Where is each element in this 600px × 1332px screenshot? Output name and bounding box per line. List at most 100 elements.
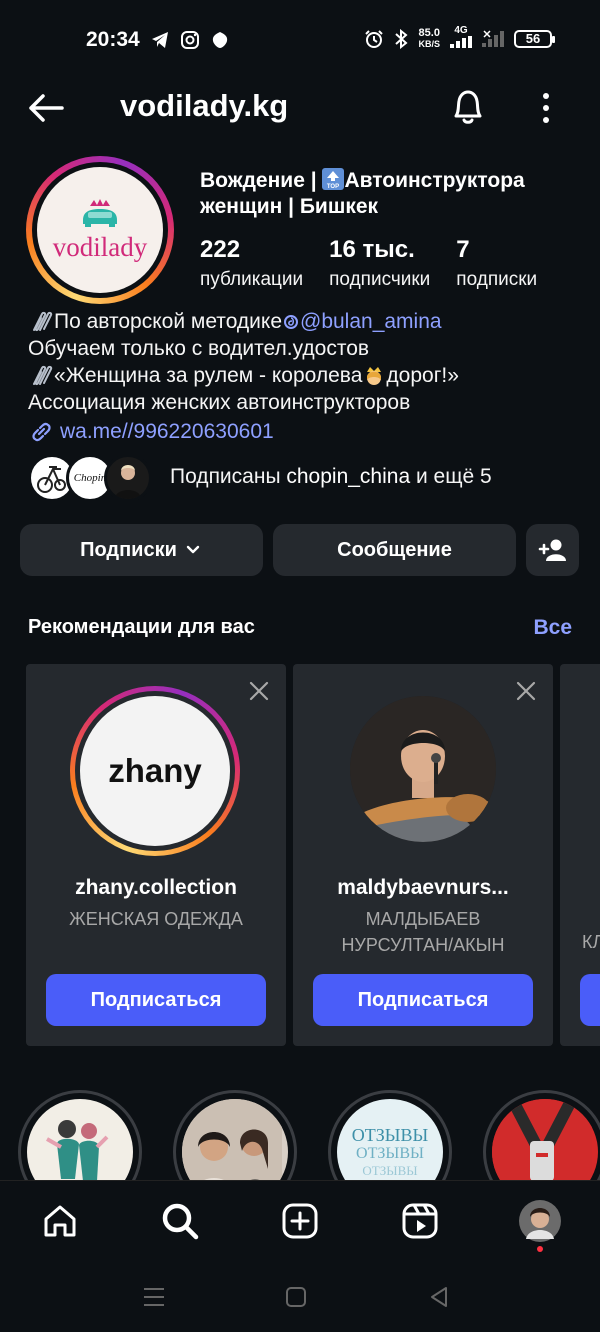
suggestion-subtitle-partial: КЛ: [582, 932, 600, 952]
top-header: vodilady.kg: [0, 80, 600, 136]
highlight-cover: [182, 1099, 288, 1180]
person-photo-icon: [115, 465, 141, 499]
avatar-image: vodilady: [37, 167, 163, 293]
chevron-down-icon: [186, 545, 200, 554]
highlight-text-2: ОТЗЫВЫ: [356, 1145, 424, 1162]
suggestion-avatar[interactable]: [350, 696, 496, 842]
nav-search[interactable]: [158, 1199, 202, 1243]
suggest-users-button[interactable]: [526, 524, 579, 576]
bio-link-row[interactable]: wa.me//996220630601: [28, 418, 588, 445]
nav-home[interactable]: [38, 1199, 82, 1243]
bio-line-1: По авторской методике @bulan_amina: [28, 308, 588, 335]
bio-external-link[interactable]: wa.me//996220630601: [60, 418, 274, 445]
highlight-text-3: ОТЗЫВЫ: [362, 1163, 418, 1178]
network-type-label: 4G: [454, 25, 468, 36]
suggestions-see-all-link[interactable]: Все: [533, 616, 572, 640]
highlight-text-1: ОТЗЫВЫ: [351, 1125, 429, 1145]
top-badge-text: TOP: [327, 184, 339, 190]
suggestion-avatar-text: zhany: [108, 752, 202, 789]
suggestion-card-partial[interactable]: КЛ: [560, 664, 600, 1046]
home-square-icon[interactable]: [285, 1286, 307, 1308]
following-dropdown-button[interactable]: Подписки: [20, 524, 263, 576]
notification-icons: [150, 30, 230, 50]
network-speed: 85.0 KB/S: [418, 26, 440, 50]
suggestions-carousel[interactable]: zhany zhany.collection ЖЕНСКАЯ ОДЕЖДА По…: [26, 664, 600, 1046]
signal-icon: [450, 36, 472, 48]
profile-name-part1: Вождение |: [200, 169, 323, 192]
paperclip-emoji-icon: [33, 365, 53, 385]
profile-avatar[interactable]: vodilady: [26, 156, 174, 304]
back-triangle-icon[interactable]: [428, 1286, 450, 1308]
suggestion-card[interactable]: zhany zhany.collection ЖЕНСКАЯ ОДЕЖДА По…: [26, 664, 286, 1046]
suggestion-username[interactable]: zhany.collection: [26, 876, 286, 900]
posts-label: публикации: [200, 269, 304, 290]
follow-button[interactable]: Подписаться: [46, 974, 266, 1026]
queen-emoji-icon: [367, 366, 382, 385]
follow-button-partial[interactable]: [580, 974, 600, 1026]
highlight-item[interactable]: [483, 1090, 600, 1180]
posts-count: 222: [200, 236, 241, 263]
app-notification-icon: [212, 32, 228, 48]
system-navigation-bar: [0, 1260, 600, 1332]
bio-line-2: Обучаем только с водител.удостов: [28, 337, 370, 360]
paperclip-emoji-icon: [33, 311, 53, 331]
bio-line-3-text-a: «Женщина за рулем - королева: [54, 364, 363, 387]
back-button[interactable]: [26, 88, 66, 128]
posts-stat[interactable]: 222 публикации: [200, 234, 303, 294]
mutual-followers[interactable]: Chopin Подписаны chopin_china и ещё 5: [28, 452, 492, 502]
link-icon: [32, 422, 51, 441]
nav-profile[interactable]: [518, 1199, 562, 1252]
mutual-followers-text: Подписаны chopin_china и ещё 5: [170, 465, 492, 489]
top-arrow-icon: TOP: [327, 171, 340, 190]
net-speed-value: 85.0: [418, 26, 440, 39]
profile-username: vodilady.kg: [120, 88, 289, 123]
followers-stat[interactable]: 16 тыс. подписчики: [329, 234, 430, 294]
highlight-cover: [27, 1099, 133, 1180]
more-vertical-icon: [543, 93, 549, 123]
mutual-avatars: Chopin: [28, 452, 158, 502]
following-button-label: Подписки: [80, 538, 177, 561]
suggestions-title: Рекомендации для вас: [28, 616, 255, 638]
mutual-username: chopin_china: [286, 465, 411, 488]
close-icon[interactable]: [515, 680, 537, 702]
reels-icon: [402, 1203, 438, 1239]
arrow-left-icon: [29, 94, 64, 122]
highlight-cover: ОТЗЫВЫ ОТЗЫВЫ ОТЗЫВЫ: [337, 1099, 443, 1180]
seatbelt-icon: [492, 1099, 592, 1180]
notifications-button[interactable]: [448, 86, 488, 128]
highlight-item[interactable]: [18, 1090, 142, 1180]
message-button[interactable]: Сообщение: [273, 524, 516, 576]
mutual-avatar-3: [104, 454, 152, 502]
nav-reels[interactable]: [398, 1199, 442, 1243]
women-photo-icon: [182, 1099, 282, 1180]
bell-icon: [454, 90, 482, 124]
mutual-suffix: и ещё 5: [410, 465, 492, 488]
menu-icon[interactable]: [142, 1286, 166, 1308]
story-highlights: ОТЗЫВЫ ОТЗЫВЫ ОТЗЫВЫ: [18, 1090, 600, 1180]
status-bar: 20:34 85.0 KB/S 4G 56: [0, 0, 600, 80]
home-icon: [44, 1205, 76, 1237]
close-icon[interactable]: [248, 680, 270, 702]
system-status-icons: 85.0 KB/S 4G 56: [364, 25, 555, 51]
suggestion-avatar[interactable]: zhany: [70, 686, 240, 856]
add-square-icon: [282, 1203, 318, 1239]
signal-no-service-icon: [482, 29, 504, 47]
bluetooth-icon: [395, 28, 409, 49]
followers-count: 16 тыс.: [329, 236, 415, 263]
bio-line-1-text: По авторской методике: [54, 310, 282, 333]
avatar-border: vodilady: [32, 162, 168, 298]
highlight-item[interactable]: [173, 1090, 297, 1180]
add-person-icon: [538, 539, 566, 561]
highlight-item[interactable]: ОТЗЫВЫ ОТЗЫВЫ ОТЗЫВЫ: [328, 1090, 452, 1180]
instagram-icon: [181, 31, 199, 49]
suggestion-username[interactable]: maldybaevnurs...: [293, 876, 553, 900]
profile-stats: 222 публикации 16 тыс. подписчики 7 подп…: [200, 234, 563, 294]
nav-create[interactable]: [278, 1199, 322, 1243]
followers-label: подписчики: [329, 269, 431, 290]
suggestion-subtitle: ЖЕНСКАЯ ОДЕЖДА: [69, 909, 243, 929]
follow-button[interactable]: Подписаться: [313, 974, 533, 1026]
suggestion-card[interactable]: maldybaevnurs... МАЛДЫБАЕВ НУРСУЛТАН/АКЫ…: [293, 664, 553, 1046]
more-options-button[interactable]: [532, 88, 560, 128]
following-stat[interactable]: 7 подписки: [456, 234, 537, 294]
bio-mention-link[interactable]: @bulan_amina: [300, 308, 442, 335]
